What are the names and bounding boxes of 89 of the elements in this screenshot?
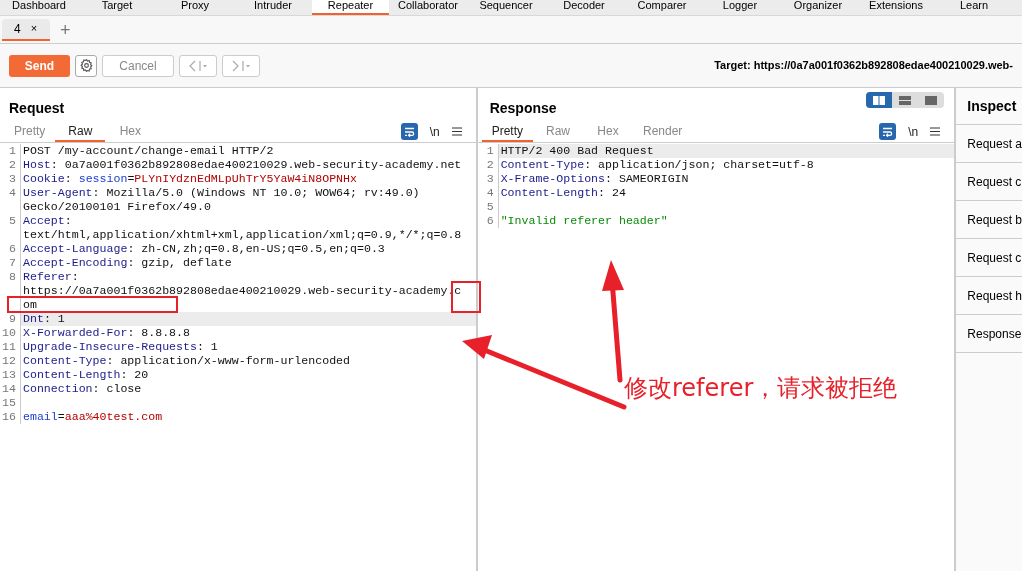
target-label: Target: https://0a7a001f0362b892808edae400210029.web- [713,58,1013,74]
inspector-section[interactable]: Response [956,315,1022,353]
code-line: X-Frame-Options: SAMEORIGIN [500,172,689,186]
code-line: Content-Length: 24 [500,186,626,200]
code-line: email=aaa%40test.com [23,410,163,424]
new-tab-button[interactable]: + [60,20,71,39]
line-number: 2 [477,158,499,172]
line-number: 1 [0,144,21,158]
code-line: Gecko/20100101 Firefox/49.0 [23,200,211,214]
main-tab[interactable]: Decoder [545,0,623,15]
inspector-section[interactable]: Request h [956,277,1022,315]
code-line: "Invalid referer header" [500,214,668,228]
editor-tab[interactable]: Pretty [481,121,533,142]
cancel-button[interactable]: Cancel [102,54,174,77]
main-tab[interactable]: Target [78,0,156,15]
chevron-right-icon [231,59,251,72]
inspector-section[interactable]: Request c [956,239,1022,277]
line-number: 4 [477,186,499,200]
line-number: 3 [477,172,499,186]
editor-tab[interactable]: Pretty [4,121,56,142]
code-line: Connection: close [23,382,142,396]
panel-title: Request [9,99,65,118]
settings-button[interactable] [75,54,97,77]
menu-icon[interactable] [451,127,462,136]
line-number: 12 [0,354,21,368]
line-number: 14 [0,382,21,396]
code-line: om [23,298,37,312]
close-icon[interactable]: × [30,20,38,37]
editor-tab[interactable]: Raw [55,121,106,142]
line-number: 6 [0,242,21,256]
code-line: Content-Type: application/json; charset=utf-8 [500,158,814,172]
main-tab[interactable]: Learn [935,0,1013,15]
inspector-section[interactable]: Request b [956,201,1022,239]
code-line: Accept-Encoding: gzip, deflate [23,256,232,270]
main-tab[interactable]: Repeater [312,0,389,15]
line-number: 5 [0,214,21,242]
line-number: 1 [477,144,499,158]
line-number: 16 [0,410,21,424]
main-tab[interactable]: Comparer [623,0,701,15]
panel-title: Response [489,99,557,118]
code-line: text/html,application/xhtml+xml,application/xml;q=0.9,*/*;q=0.8 [23,228,462,242]
newline-toggle[interactable]: \n [908,122,919,141]
main-tab[interactable]: Logger [701,0,779,15]
line-number: 15 [0,396,21,410]
inspector-section[interactable]: Request a [956,125,1022,163]
main-tab[interactable]: Proxy [156,0,234,15]
main-tab[interactable]: Intruder [234,0,312,15]
chevron-left-icon [188,59,208,72]
code-line: Accept-Language: zh-CN,zh;q=0.8,en-US;q=0.5,en;q=0.3 [23,242,385,256]
editor-tab[interactable]: Render [633,121,693,142]
line-number: 11 [0,340,21,354]
code-line: Content-Type: application/x-www-form-urlencoded [23,354,350,368]
code-line: HTTP/2 400 Bad Request [500,144,654,158]
main-tab[interactable]: Organizer [779,0,857,15]
line-number: 7 [0,256,21,270]
editor-tab[interactable]: Hex [583,121,633,142]
code-line: X-Forwarded-For: 8.8.8.8 [23,326,190,340]
line-number: 5 [477,200,499,214]
editor-tab[interactable]: Hex [105,121,156,142]
layout-option-icon[interactable] [866,92,893,108]
request-tab[interactable]: 4 × [2,18,50,41]
line-number: 6 [477,214,499,228]
code-line: Upgrade-Insecure-Requests: 1 [23,340,218,354]
main-tab[interactable]: Extensions [857,0,935,15]
line-number: 2 [0,158,21,172]
wrap-icon[interactable] [879,123,897,140]
code-line: Content-Length: 20 [23,368,149,382]
code-line: Referer: [23,270,79,284]
annotation-text: 修改referer，请求被拒绝 [624,373,898,404]
editor-tab[interactable]: Raw [533,121,583,142]
inspector-title: Inspect [967,96,1017,116]
main-tab[interactable]: Sequencer [467,0,545,15]
line-number: 13 [0,368,21,382]
line-number: 4 [0,186,21,214]
menu-icon[interactable] [930,127,941,136]
code-line: Accept: [23,214,72,228]
code-line: Cookie: session=PLYnIYdznEdMLpUhTrY5YaW4iN8OPNHx [23,172,357,186]
code-line: POST /my-account/change-email HTTP/2 [23,144,274,158]
code-line: User-Agent: Mozilla/5.0 (Windows NT 10.0; WOW64; rv:49.0) [23,186,420,200]
line-number: 3 [0,172,21,186]
line-number: 10 [0,326,21,340]
code-line: Dnt: 1 [23,312,65,326]
wrap-icon[interactable] [400,123,418,140]
main-tab[interactable]: Dashboard [0,0,78,15]
newline-toggle[interactable]: \n [429,122,440,141]
main-tab[interactable]: Collaborator [389,0,467,15]
line-number: 8 [0,270,21,312]
inspector-section[interactable]: Request c [956,163,1022,201]
code-line: Host: 0a7a001f0362b892808edae400210029.web-security-academy.net [23,158,462,172]
